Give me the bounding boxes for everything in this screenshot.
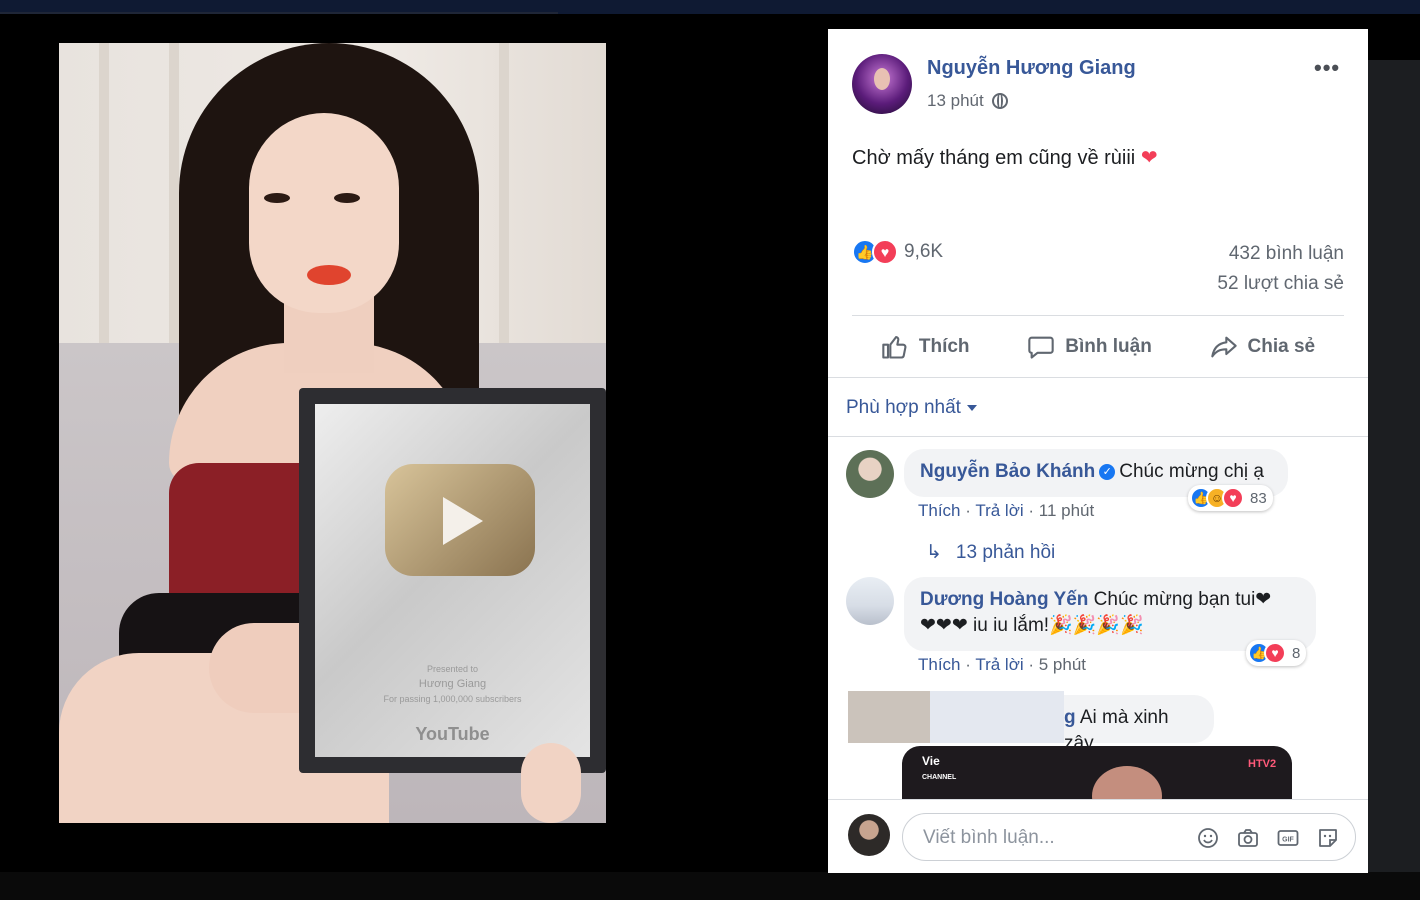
post-text: Chờ mấy tháng em cũng về rùiii ❤: [852, 147, 1158, 169]
gif-icon[interactable]: GIF: [1275, 825, 1301, 851]
love-reaction-icon: ♥: [1222, 487, 1244, 509]
commenter-avatar[interactable]: [846, 450, 894, 498]
heart-emoji: ❤: [1140, 147, 1158, 169]
htv2-logo: HTV2: [1248, 758, 1277, 770]
emoji-icon[interactable]: [1195, 825, 1221, 851]
post-actions: Thích Bình luận Chia sẻ: [852, 317, 1344, 377]
plaque-presented: Presented to: [426, 664, 479, 674]
commenter-name[interactable]: Dương Hoàng Yến: [920, 589, 1088, 610]
comment-like-link[interactable]: Thích: [918, 501, 961, 520]
sticker-icon[interactable]: [1315, 825, 1341, 851]
share-count[interactable]: 52 lượt chia sẻ: [1217, 273, 1344, 295]
redacted-name: [930, 691, 1064, 743]
comment-icon: [1028, 336, 1054, 359]
comment-input-box[interactable]: GIF: [902, 813, 1356, 861]
comment-video-attachment[interactable]: Vie CHANNEL HTV2: [902, 746, 1292, 800]
share-icon: [1210, 336, 1237, 358]
view-replies-link[interactable]: ↳ 13 phản hồi: [926, 541, 1055, 564]
divider: [852, 315, 1344, 316]
caret-down-icon: [966, 405, 977, 411]
comment-reply-link[interactable]: Trả lời: [975, 655, 1023, 674]
post-time[interactable]: 13 phút: [927, 91, 984, 111]
commenter-avatar[interactable]: [846, 577, 894, 625]
comment-text-line2: ❤❤❤ iu iu lắm!🎉🎉🎉🎉: [920, 615, 1144, 636]
comment-text: Chúc mừng bạn tui❤: [1093, 589, 1272, 610]
reaction-count: 9,6K: [904, 241, 944, 262]
author-name[interactable]: Nguyễn Hương Giang: [927, 57, 1136, 80]
comment-count[interactable]: 432 bình luận: [1229, 243, 1344, 265]
comment-meta: Thích · Trả lời · 11 phút: [918, 501, 1095, 520]
youtube-logo: YouTube: [415, 724, 490, 744]
love-reaction-icon: ♥: [872, 239, 898, 265]
globe-icon: [991, 93, 1008, 109]
post-reactions[interactable]: 👍 ♥ 9,6K: [852, 239, 943, 265]
divider: [828, 436, 1368, 437]
comment-reply-link[interactable]: Trả lời: [975, 501, 1023, 520]
post-side-panel: Nguyễn Hương Giang 13 phút ••• Chờ mấy t…: [828, 29, 1368, 873]
comment-reactions[interactable]: 👍 ☺ ♥ 83: [1188, 485, 1273, 511]
silver-play-button-plaque: Presented to Hương Giang For passing 1,0…: [299, 388, 606, 773]
comment-composer: GIF: [828, 799, 1368, 873]
divider: [828, 377, 1368, 378]
vie-channel-logo: Vie CHANNEL: [922, 754, 957, 781]
reply-arrow-icon: ↳: [926, 542, 942, 563]
comment-like-link[interactable]: Thích: [918, 655, 961, 674]
redacted-avatar: [848, 691, 930, 743]
comment-input[interactable]: [921, 824, 1175, 852]
more-options-button[interactable]: •••: [1314, 55, 1340, 81]
bottom-bar-dimmed: [0, 872, 1420, 900]
comment-time[interactable]: 5 phút: [1039, 655, 1086, 674]
like-button[interactable]: Thích: [881, 333, 970, 361]
author-avatar[interactable]: [852, 54, 912, 114]
comment-meta: Thích · Trả lời · 5 phút: [918, 655, 1087, 674]
plaque-caption: For passing 1,000,000 subscribers: [383, 694, 522, 704]
photo-viewer[interactable]: Presented to Hương Giang For passing 1,0…: [0, 14, 828, 872]
commenter-name[interactable]: Nguyễn Bảo Khánh: [920, 461, 1095, 482]
thumbs-up-icon: [882, 336, 907, 359]
comment-time[interactable]: 11 phút: [1039, 501, 1094, 520]
commenter-name-partial[interactable]: g: [1064, 707, 1076, 728]
love-reaction-icon: ♥: [1264, 642, 1286, 664]
top-navigation-bar: [0, 0, 1420, 32]
comment-reaction-count: 8: [1292, 644, 1301, 662]
comment-button[interactable]: Bình luận: [1027, 333, 1152, 361]
comment-sort-dropdown[interactable]: Phù hợp nhất: [846, 397, 977, 419]
composer-icons: GIF: [1195, 825, 1341, 851]
verified-badge-icon: ✓: [1099, 464, 1116, 480]
comment-text: Chúc mừng chị ạ: [1119, 461, 1264, 482]
post-meta: 13 phút: [927, 91, 1008, 111]
share-button[interactable]: Chia sẻ: [1210, 333, 1315, 361]
current-user-avatar[interactable]: [848, 814, 890, 856]
camera-icon[interactable]: [1235, 825, 1261, 851]
plaque-name: Hương Giang: [418, 678, 487, 690]
svg-text:GIF: GIF: [1282, 837, 1294, 844]
play-icon: [385, 464, 535, 576]
background-dimmed: [1368, 60, 1420, 900]
comment-reactions[interactable]: 👍 ♥ 8: [1246, 640, 1307, 666]
post-photo[interactable]: Presented to Hương Giang For passing 1,0…: [59, 43, 606, 823]
comment-reaction-count: 83: [1250, 489, 1267, 507]
